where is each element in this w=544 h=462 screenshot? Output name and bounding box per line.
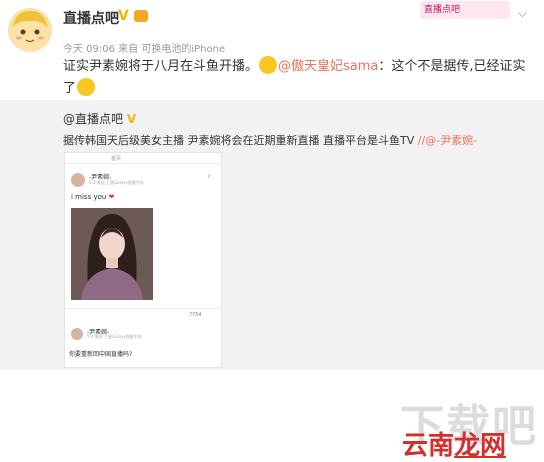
card-action: 7764: [189, 312, 202, 318]
card-message: i miss you ❤: [71, 193, 114, 201]
card-user-meta: 5-3 来自 三星Galaxy智能手机: [89, 180, 144, 185]
post-text: 证实尹素婉将于八月在斗鱼开播。 @傲天皇妃sama：这个不是据传,已经证实了: [63, 56, 533, 100]
smile-emoji-icon: [77, 78, 96, 96]
member-icon: [134, 10, 148, 22]
embedded-screenshot[interactable]: 首页 -尹素婉- 5-3 来自 三星Galaxy智能手机 ∨ i miss yo…: [64, 152, 222, 368]
emoji-icon: [259, 56, 278, 74]
decoration-banner: 直播点吧: [420, 1, 510, 19]
avatar: [71, 328, 83, 340]
verified-icon: V: [118, 8, 129, 24]
card-tab: 首页: [111, 156, 122, 162]
repost-body: 据传韩国天后级美女主播 尹素婉将会在近期重新直播 直播平台是斗鱼TV: [63, 134, 415, 147]
author-name[interactable]: 直播点吧: [63, 8, 119, 28]
weibo-post: 直播点吧 V 直播点吧 ⌵ 今天 09:06 来自 可换电池的iPhone 证实…: [0, 0, 544, 100]
chevron-down-icon[interactable]: ⌵: [518, 6, 527, 21]
post-meta: 今天 09:06 来自 可换电池的iPhone: [63, 44, 226, 55]
repost-author-name[interactable]: @直播点吧: [63, 112, 123, 126]
card-question: 你要重新回中国直播吗?: [69, 351, 133, 358]
site-logo: 云南龙网: [402, 425, 506, 462]
photo: [71, 208, 153, 300]
repost-author[interactable]: @直播点吧 V: [63, 110, 136, 127]
repost-mention-link[interactable]: //@-尹素婉-: [418, 134, 477, 147]
avatar[interactable]: [8, 8, 52, 52]
chevron-down-icon: ∨: [207, 173, 212, 180]
repost-text: 据传韩国天后级美女主播 尹素婉将会在近期重新直播 直播平台是斗鱼TV //@-尹…: [63, 132, 477, 148]
logo-part: 龙网: [454, 431, 507, 461]
repost-block: @直播点吧 V 据传韩国天后级美女主播 尹素婉将会在近期重新直播 直播平台是斗鱼…: [0, 100, 544, 461]
logo-part: 云南: [402, 431, 455, 461]
heart-icon: ❤: [108, 193, 115, 201]
card-user-meta: 5-4 来自 三星Galaxy智能手机: [87, 334, 142, 339]
card-message-text: i miss you: [71, 193, 107, 201]
card-action-bar: 7764: [65, 308, 221, 321]
card-tab-bar: 首页: [65, 153, 221, 164]
mention-link[interactable]: @傲天皇妃sama: [278, 59, 378, 74]
verified-icon: V: [126, 112, 137, 126]
avatar: [71, 173, 85, 187]
post-text-part1: 证实尹素婉将于八月在斗鱼开播。: [63, 59, 259, 74]
